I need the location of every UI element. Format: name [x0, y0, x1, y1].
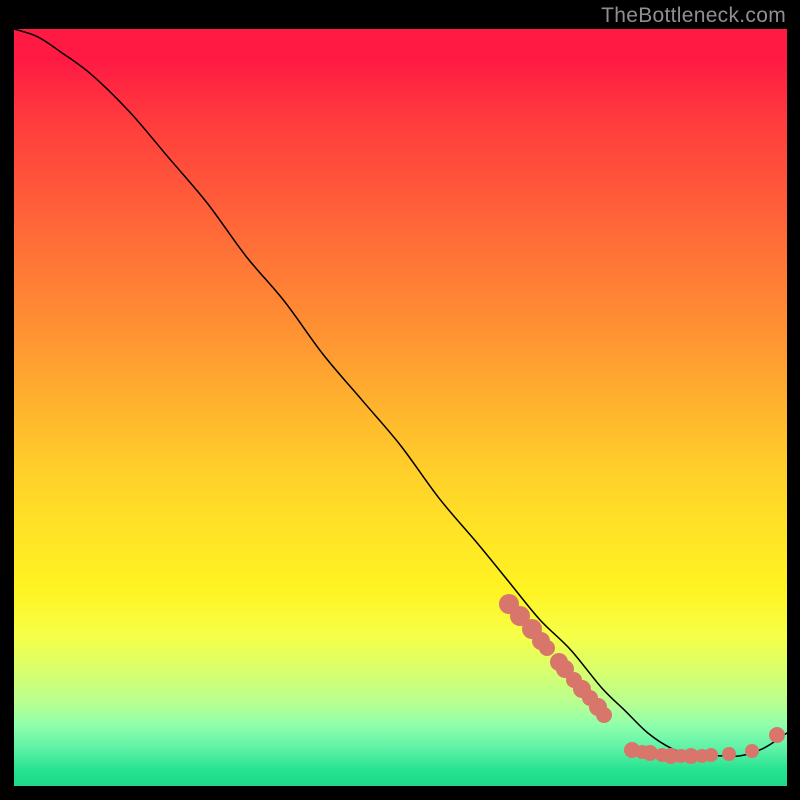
data-dot	[745, 744, 759, 758]
watermark-text: TheBottleneck.com	[601, 4, 786, 28]
data-dot	[596, 707, 612, 723]
data-dot	[769, 727, 785, 743]
chart-root: TheBottleneck.com	[0, 0, 800, 800]
plot-area	[14, 29, 787, 786]
data-dot	[704, 748, 718, 762]
data-dot	[722, 747, 736, 761]
background-gradient	[14, 29, 787, 786]
